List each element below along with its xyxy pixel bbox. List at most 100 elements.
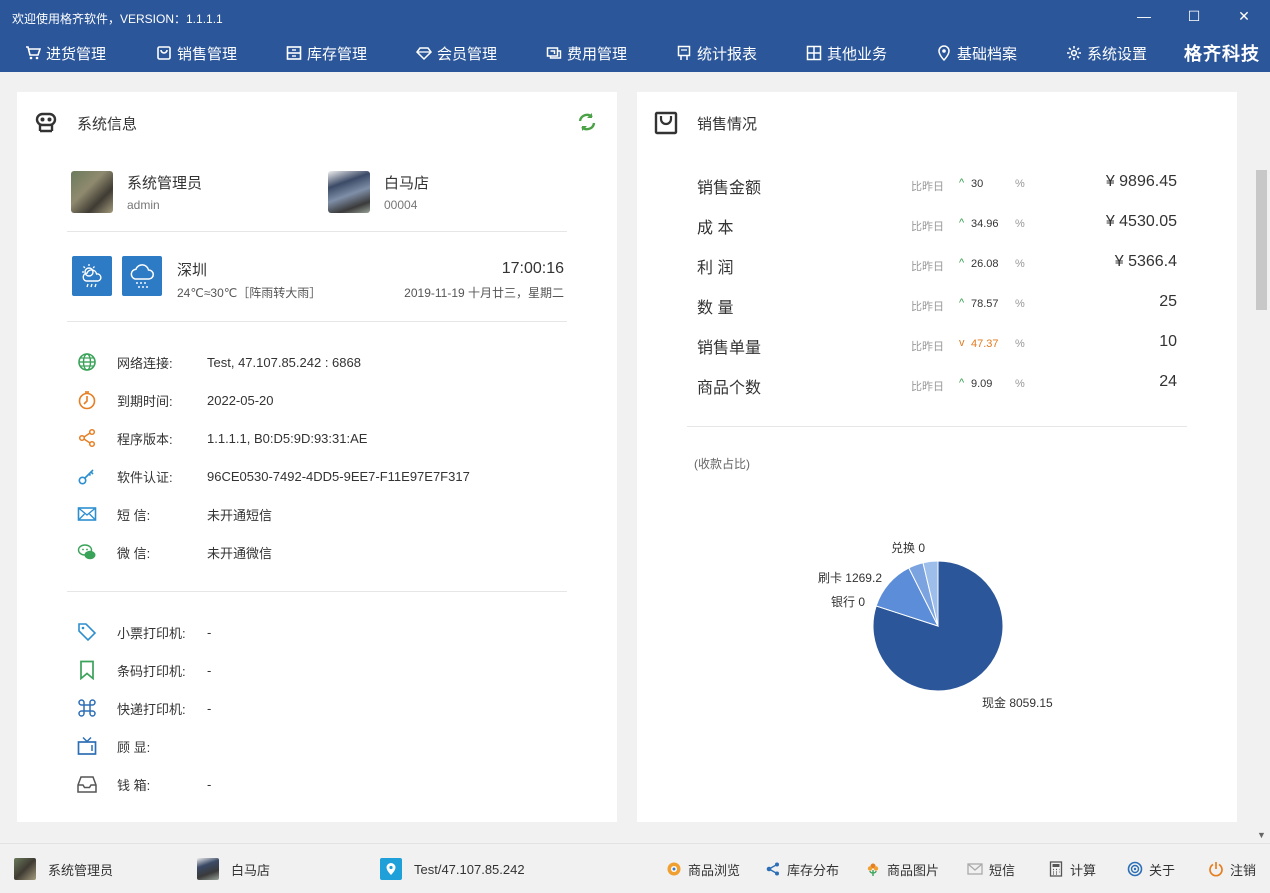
user-avatar <box>71 171 113 213</box>
weather-city: 深圳 <box>177 262 208 279</box>
power-icon <box>1207 860 1225 878</box>
bookmark-icon <box>75 659 99 681</box>
device-value: - <box>207 662 212 678</box>
stat-label: 数 量 <box>697 300 734 317</box>
info-version: 程序版本: 1.1.1.1, B0:D5:9D:93:31:AE <box>75 427 367 449</box>
stat-product-count: 商品个数 比昨日 ^ 9.09 % 24 <box>697 372 1177 397</box>
maximize-button[interactable]: ☐ <box>1182 6 1206 26</box>
stat-change: 26.08 <box>971 258 999 270</box>
stat-value: ¥ 4530.05 <box>1105 213 1177 230</box>
stat-label: 销售金额 <box>697 180 762 197</box>
cart-icon <box>25 45 41 61</box>
pie-label-0: 现金 8059.15 <box>982 695 1053 710</box>
menu-item-other[interactable]: 其他业务 <box>806 42 887 64</box>
menu-label: 基础档案 <box>957 45 1018 63</box>
status-server[interactable]: Test/47.107.85.242 <box>380 858 525 880</box>
chart-title: (收款占比) <box>694 457 750 471</box>
browse-icon <box>665 860 683 878</box>
action-browse-products[interactable]: 商品浏览 <box>665 858 740 880</box>
system-info-icon <box>33 110 59 136</box>
info-label: 到期时间: <box>117 393 173 409</box>
pie-label-2: 银行 0 <box>831 595 865 609</box>
status-server-address: Test/47.107.85.242 <box>414 861 525 877</box>
weather-temperature: 24℃≈30℃［阵雨转大雨］ <box>177 286 322 300</box>
status-store[interactable]: 白马店 <box>197 858 270 880</box>
close-button[interactable]: ✕ <box>1232 6 1256 26</box>
bag-icon <box>653 110 679 136</box>
weather-sun-rain-icon <box>72 256 112 296</box>
stat-change: 47.37 <box>971 338 999 350</box>
stat-label: 利 润 <box>697 260 734 277</box>
refresh-icon[interactable] <box>577 112 597 132</box>
report-icon <box>676 45 692 61</box>
menu-item-members[interactable]: 会员管理 <box>416 42 497 64</box>
device-receipt-printer: 小票打印机: - <box>75 621 211 643</box>
current-date: 2019-11-19 十月廿三，星期二 <box>404 286 564 300</box>
gear-icon <box>1066 45 1082 61</box>
key-icon <box>75 465 99 487</box>
menu-item-expenses[interactable]: 费用管理 <box>546 42 627 64</box>
menu-label: 其他业务 <box>827 45 888 63</box>
action-sms[interactable]: 短信 <box>966 858 1015 880</box>
menu-item-archives[interactable]: 基础档案 <box>936 42 1017 64</box>
status-user[interactable]: 系统管理员 <box>14 858 113 880</box>
store-avatar <box>328 171 370 213</box>
info-label: 网络连接: <box>117 355 173 371</box>
user-avatar <box>14 858 36 880</box>
menu-item-inventory[interactable]: 库存管理 <box>286 42 367 64</box>
menu-item-purchase[interactable]: 进货管理 <box>25 42 106 64</box>
compare-label: 比昨日 <box>911 261 944 273</box>
minimize-button[interactable]: — <box>1132 6 1156 26</box>
scroll-down-icon[interactable]: ▼ <box>1256 830 1267 841</box>
device-value: - <box>207 624 212 640</box>
action-label: 注销 <box>1230 862 1257 878</box>
inbox-icon <box>75 773 99 795</box>
device-label: 快递打印机: <box>117 701 186 717</box>
info-label: 短 信: <box>117 507 151 523</box>
current-store: 白马店 00004 <box>328 171 429 213</box>
stat-order-count: 销售单量 比昨日 v 47.37 % 10 <box>697 332 1177 357</box>
menu-label: 系统设置 <box>1087 45 1148 63</box>
scrollbar-thumb[interactable] <box>1256 170 1267 310</box>
action-about[interactable]: 关于 <box>1126 858 1175 880</box>
money-icon <box>546 45 562 61</box>
percent-sign: % <box>1015 178 1025 190</box>
command-icon <box>75 697 99 719</box>
percent-sign: % <box>1015 338 1025 350</box>
stat-label: 成 本 <box>697 220 734 237</box>
store-name: 白马店 <box>384 175 430 192</box>
action-calculator[interactable]: 计算 <box>1047 858 1096 880</box>
menu-label: 进货管理 <box>46 45 107 63</box>
stat-value: 24 <box>1159 373 1177 390</box>
divider <box>67 591 567 592</box>
device-label: 顾 显: <box>117 739 151 755</box>
system-info-panel: 系统信息 系统管理员 admin 白马店 00004 深圳 24℃≈30℃［阵雨… <box>17 92 617 822</box>
calculator-icon <box>1047 860 1065 878</box>
device-label: 钱 箱: <box>117 777 151 793</box>
vertical-scrollbar[interactable]: ▼ <box>1253 72 1270 843</box>
device-barcode-printer: 条码打印机: - <box>75 659 211 681</box>
compare-label: 比昨日 <box>911 341 944 353</box>
percent-sign: % <box>1015 258 1025 270</box>
grid-icon <box>806 45 822 61</box>
action-stock-distribution[interactable]: 库存分布 <box>764 858 839 880</box>
info-expiry: 到期时间: 2022-05-20 <box>75 389 274 411</box>
store-code: 00004 <box>384 198 418 212</box>
panel-header: 系统信息 <box>33 110 137 136</box>
menu-item-settings[interactable]: 系统设置 <box>1066 42 1147 64</box>
up-arrow-icon: ^ <box>959 177 965 189</box>
action-product-images[interactable]: 商品图片 <box>864 858 939 880</box>
percent-sign: % <box>1015 378 1025 390</box>
percent-sign: % <box>1015 298 1025 310</box>
divider <box>687 426 1187 427</box>
stat-value: ¥ 5366.4 <box>1114 253 1177 270</box>
status-store-name: 白马店 <box>231 862 271 878</box>
action-logout[interactable]: 注销 <box>1207 858 1256 880</box>
menu-item-sales[interactable]: 销售管理 <box>156 42 237 64</box>
location-icon <box>936 45 952 61</box>
compare-label: 比昨日 <box>911 381 944 393</box>
status-bar: 系统管理员 白马店 Test/47.107.85.242 商品浏览 库存分布 商… <box>0 843 1270 893</box>
menu-item-reports[interactable]: 统计报表 <box>676 42 757 64</box>
info-value: 2022-05-20 <box>207 392 274 408</box>
stat-cost: 成 本 比昨日 ^ 34.96 % ¥ 4530.05 <box>697 212 1177 237</box>
